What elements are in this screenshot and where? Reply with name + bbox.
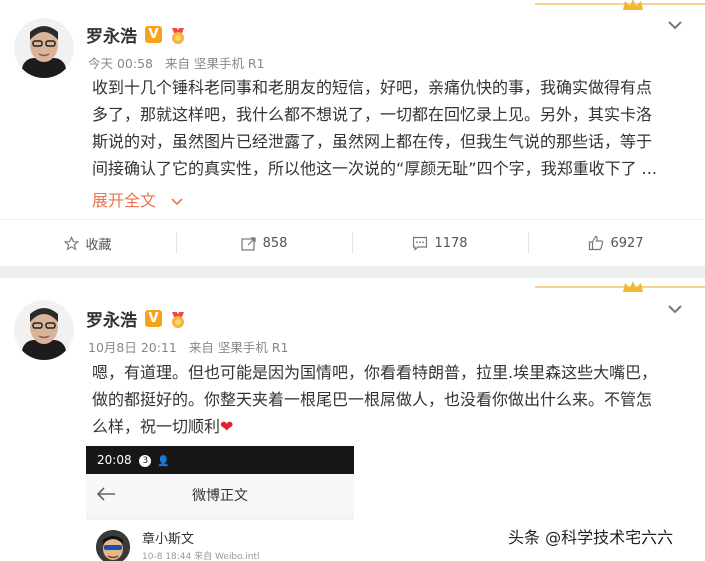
favorite-label: 收藏	[85, 237, 112, 253]
medal-icon	[172, 28, 184, 44]
medal-icon	[172, 312, 184, 328]
screenshot-status-time: 20:08	[97, 453, 132, 467]
crown-icon	[623, 0, 643, 10]
post-text-line: 做的都挺好的。你整天夹着一根尾巴一根屌做人，也没看你做出什么来。不管怎	[92, 390, 653, 409]
attached-screenshot-image[interactable]: 20:08 3 👤 微博正文 章小斯文 10-8 18:44 来自 Weibo.…	[86, 446, 354, 561]
favorite-button[interactable]: 收藏	[0, 220, 176, 266]
star-icon	[64, 235, 80, 251]
comment-count: 1178	[434, 235, 468, 251]
heart-emoji-icon: ❤	[220, 417, 234, 436]
weibo-post-2: 罗永浩 V 10月8日 20:11 来自 坚果手机 R1 嗯，有道理。但也可能是…	[0, 278, 705, 561]
expand-full-text-link[interactable]: 展开全文	[92, 187, 183, 211]
person-icon: 👤	[157, 456, 170, 467]
post-meta: 今天 00:58 来自 坚果手机 R1	[88, 53, 265, 72]
post-text-line-last: 么样，祝一切顺利❤	[92, 413, 692, 440]
expand-label: 展开全文	[92, 191, 157, 210]
author-avatar[interactable]	[14, 18, 74, 78]
post-text-line: 多了，那就这样吧，我什么都不想说了，一切都在回忆录上见。另外，其实卡洛	[92, 105, 653, 124]
screenshot-post-card: 章小斯文 10-8 18:44 来自 Weibo.intl	[86, 520, 354, 561]
chevron-down-icon	[171, 197, 183, 205]
repost-count: 858	[262, 235, 288, 251]
post-time[interactable]: 10月8日 20:11	[88, 340, 177, 355]
feed-gap	[0, 266, 705, 278]
post-text: 收到十几个锤科老同事和老朋友的短信，好吧，亲痛仇快的事，我确实做得有点 多了，那…	[92, 74, 692, 182]
verified-badge: V	[145, 310, 162, 327]
post-menu-chevron-icon[interactable]	[667, 20, 683, 30]
screenshot-nav-bar: 微博正文	[86, 474, 354, 516]
like-count: 6927	[610, 235, 644, 251]
post-text-line: 么样，祝一切顺利	[92, 417, 221, 436]
screenshot-status-badge: 3	[139, 454, 152, 467]
author-name[interactable]: 罗永浩	[86, 306, 137, 331]
toutiao-watermark: 头条 @科学技术宅六六	[508, 528, 674, 547]
weibo-post-1: 罗永浩 V 今天 00:58 来自 坚果手机 R1 收到十几个锤科老同事和老朋友…	[0, 0, 705, 266]
crown-icon	[623, 281, 643, 292]
post-text: 嗯，有道理。但也可能是因为国情吧，你看看特朗普，拉里.埃里森这些大嘴巴， 做的都…	[92, 359, 692, 440]
thumbs-up-icon	[589, 235, 604, 251]
author-name[interactable]: 罗永浩	[86, 22, 137, 47]
comment-icon	[413, 236, 428, 251]
screenshot-post-meta: 10-8 18:44 来自 Weibo.intl	[142, 552, 260, 561]
post-source: 来自 坚果手机 R1	[188, 340, 289, 355]
post-time[interactable]: 今天 00:58	[88, 56, 153, 71]
repost-icon	[240, 236, 256, 251]
post-meta: 10月8日 20:11 来自 坚果手机 R1	[88, 337, 288, 356]
repost-button[interactable]: 858	[176, 220, 352, 266]
post-source: 来自 坚果手机 R1	[164, 56, 265, 71]
post-text-line: 间接确认了它的真实性，所以他这一次说的“厚颜无耻”四个字，我郑重收下了 ...	[92, 159, 657, 178]
post-text-line: 斯说的对，虽然图片已经泄露了，虽然网上都在传，但我生气说的那些话，等于	[92, 132, 653, 151]
screenshot-status-bar: 20:08 3 👤	[86, 446, 354, 474]
author-avatar[interactable]	[14, 300, 74, 360]
post-menu-chevron-icon[interactable]	[667, 304, 683, 314]
verified-badge: V	[145, 26, 162, 43]
screenshot-avatar	[96, 530, 130, 561]
post-text-line: 收到十几个锤科老同事和老朋友的短信，好吧，亲痛仇快的事，我确实做得有点	[92, 78, 653, 97]
post-text-line: 嗯，有道理。但也可能是因为国情吧，你看看特朗普，拉里.埃里森这些大嘴巴，	[92, 363, 658, 382]
like-button[interactable]: 6927	[528, 220, 704, 266]
screenshot-author-name: 章小斯文	[142, 532, 195, 547]
post-actions: 收藏 858 1178 6927	[0, 220, 705, 266]
screenshot-nav-title: 微博正文	[192, 488, 248, 504]
comment-button[interactable]: 1178	[352, 220, 528, 266]
